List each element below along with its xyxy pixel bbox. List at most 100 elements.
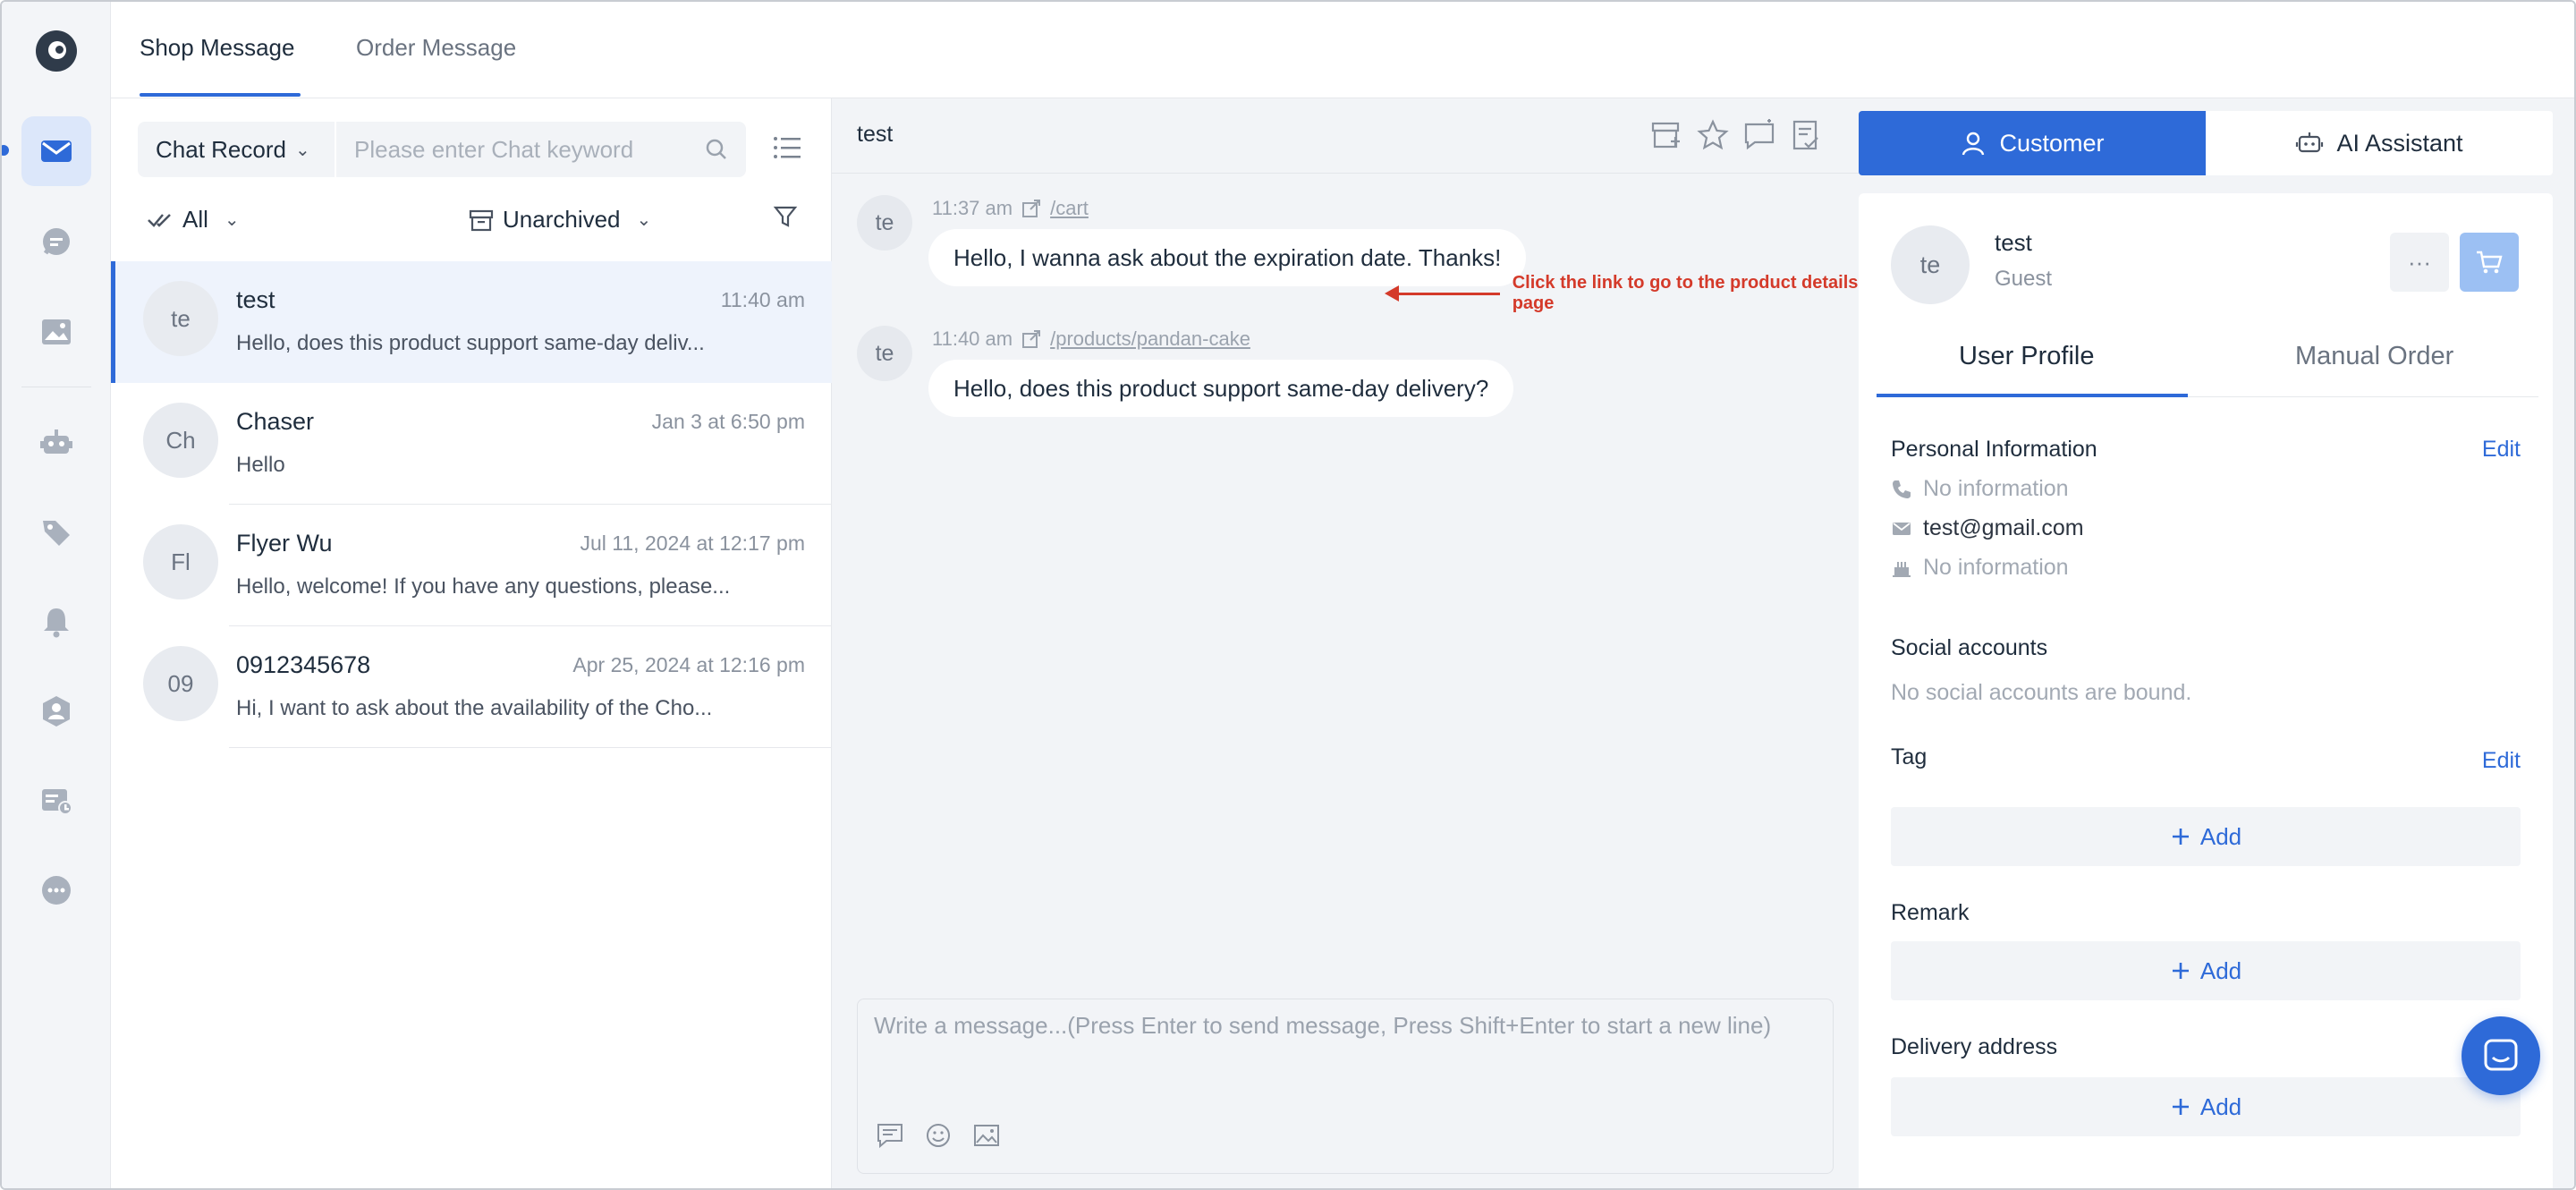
chat-keyword-search-input[interactable]	[354, 135, 694, 164]
robot-icon	[2296, 132, 2324, 153]
conversation-time: 11:40 am	[720, 288, 805, 311]
left-nav-rail	[2, 2, 111, 1188]
chevron-down-icon: ⌄	[294, 140, 310, 160]
archive-icon[interactable]	[1649, 118, 1683, 152]
avatar: Fl	[143, 524, 218, 599]
tab-manual-order[interactable]: Manual Order	[2295, 342, 2453, 371]
tab-shop-message[interactable]: Shop Message	[140, 34, 294, 62]
conversation-name: 0912345678	[236, 651, 371, 678]
avatar: te	[1891, 225, 1970, 304]
conversation-time: Apr 25, 2024 at 12:16 pm	[572, 653, 805, 676]
message-meta: 11:37 am /cart	[932, 197, 1089, 220]
conversation-name: Chaser	[236, 408, 315, 435]
active-tab-underline	[140, 93, 301, 97]
message-avatar: te	[857, 195, 912, 251]
conversation-item[interactable]: Ch Chaser Jan 3 at 6:50 pm Hello	[111, 383, 832, 505]
search-icon[interactable]	[705, 138, 728, 161]
tab-user-profile[interactable]: User Profile	[1959, 342, 2095, 371]
chat-header: test	[832, 98, 1859, 174]
cart-button[interactable]	[2460, 233, 2519, 292]
annotation-arrow-icon	[1385, 285, 1500, 302]
birthday-row: No information	[1891, 555, 2069, 581]
right-panel-tabs: Customer AI Assistant	[1859, 111, 2553, 175]
archive-icon	[469, 209, 494, 231]
edit-personal-info-link[interactable]: Edit	[2482, 437, 2521, 463]
tab-ai-assistant[interactable]: AI Assistant	[2206, 111, 2553, 175]
conversation-list-panel: Chat Record ⌄ All ⌄ Unarchived ⌄ te	[111, 98, 832, 1188]
personal-info-title: Personal Information	[1891, 437, 2097, 462]
note-icon[interactable]	[1742, 118, 1776, 152]
tab-customer[interactable]: Customer	[1859, 111, 2206, 175]
chat-record-select[interactable]: Chat Record ⌄	[138, 122, 336, 177]
message-time: 11:40 am	[932, 327, 1013, 350]
birthday-value: No information	[1923, 555, 2069, 580]
chevron-down-icon: ⌄	[636, 210, 652, 230]
plus-icon	[2172, 829, 2189, 845]
filter-funnel-icon[interactable]	[773, 204, 798, 229]
plus-icon	[2172, 1099, 2189, 1115]
message-input[interactable]	[874, 1012, 1822, 1101]
nav-gallery-icon[interactable]	[21, 297, 91, 367]
app-logo-icon	[36, 30, 77, 72]
document-check-icon[interactable]	[1789, 118, 1823, 152]
social-accounts-title: Social accounts	[1891, 635, 2048, 660]
phone-row: No information	[1891, 476, 2069, 502]
conversation-item[interactable]: Fl Flyer Wu Jul 11, 2024 at 12:17 pm Hel…	[111, 505, 832, 626]
nav-tags-icon[interactable]	[21, 497, 91, 567]
phone-value: No information	[1923, 476, 2069, 501]
search-field-wrapper	[336, 122, 746, 177]
conversation-name: test	[236, 286, 275, 313]
message-page-link[interactable]: /cart	[1050, 197, 1089, 220]
top-bar: Shop Message Order Message	[111, 2, 2574, 98]
nav-bot-icon[interactable]	[21, 408, 91, 478]
nav-chat-icon[interactable]	[21, 208, 91, 277]
filter-all-dropdown[interactable]: All ⌄	[147, 206, 240, 234]
message-composer	[857, 999, 1834, 1174]
conversation-item[interactable]: 09 0912345678 Apr 25, 2024 at 12:16 pm H…	[111, 626, 832, 748]
active-indicator-dot	[2, 145, 9, 156]
emoji-icon[interactable]	[924, 1121, 953, 1150]
quick-reply-icon[interactable]	[876, 1121, 904, 1150]
conversation-item[interactable]: te test 11:40 am Hello, does this produc…	[111, 261, 832, 383]
conversation-preview: Hello, does this product support same-da…	[236, 331, 705, 355]
app-window: Shop Message Order Message Chat Record ⌄…	[0, 0, 2576, 1190]
nav-team-icon[interactable]	[21, 676, 91, 746]
list-view-icon[interactable]	[773, 134, 801, 161]
chat-record-label: Chat Record	[156, 135, 286, 163]
divider	[229, 747, 832, 748]
cake-icon	[1893, 561, 1911, 577]
tab-order-message[interactable]: Order Message	[356, 34, 516, 62]
nav-tickets-icon[interactable]	[21, 766, 91, 836]
filter-archive-label: Unarchived	[503, 206, 621, 233]
add-tag-button[interactable]: Add	[1891, 807, 2521, 866]
active-profile-tab-underline	[1877, 394, 2188, 397]
filter-archive-dropdown[interactable]: Unarchived ⌄	[469, 206, 651, 234]
nav-notifications-icon[interactable]	[21, 587, 91, 657]
product-page-link[interactable]: /products/pandan-cake	[1050, 327, 1250, 351]
external-link-icon	[1022, 330, 1041, 348]
nav-messages-icon[interactable]	[21, 116, 91, 186]
user-icon	[1962, 132, 1985, 156]
star-icon[interactable]	[1696, 118, 1730, 152]
conversation-preview: Hi, I want to ask about the availability…	[236, 696, 713, 720]
edit-tag-link[interactable]: Edit	[2482, 748, 2521, 774]
add-remark-button[interactable]: Add	[1891, 941, 2521, 1000]
annotation-callout: Click the link to go to the product deta…	[1385, 273, 1859, 314]
tag-title: Tag	[1891, 744, 1928, 769]
conversation-time: Jan 3 at 6:50 pm	[651, 410, 805, 433]
message-bubble: Hello, does this product support same-da…	[928, 360, 1514, 417]
email-icon	[1893, 522, 1911, 535]
image-upload-icon[interactable]	[972, 1121, 1001, 1150]
delivery-address-title: Delivery address	[1891, 1034, 2058, 1059]
phone-icon	[1893, 480, 1911, 498]
nav-more-icon[interactable]	[21, 855, 91, 925]
email-row: test@gmail.com	[1891, 515, 2084, 541]
cart-icon	[2477, 251, 2503, 274]
social-accounts-empty: No social accounts are bound.	[1891, 680, 2192, 705]
remark-title: Remark	[1891, 900, 1970, 925]
add-delivery-address-button[interactable]: Add	[1891, 1077, 2521, 1136]
more-options-button[interactable]: ···	[2390, 233, 2449, 292]
avatar: Ch	[143, 403, 218, 478]
search-bar: Chat Record ⌄	[138, 122, 746, 177]
support-chat-button[interactable]	[2462, 1016, 2540, 1095]
